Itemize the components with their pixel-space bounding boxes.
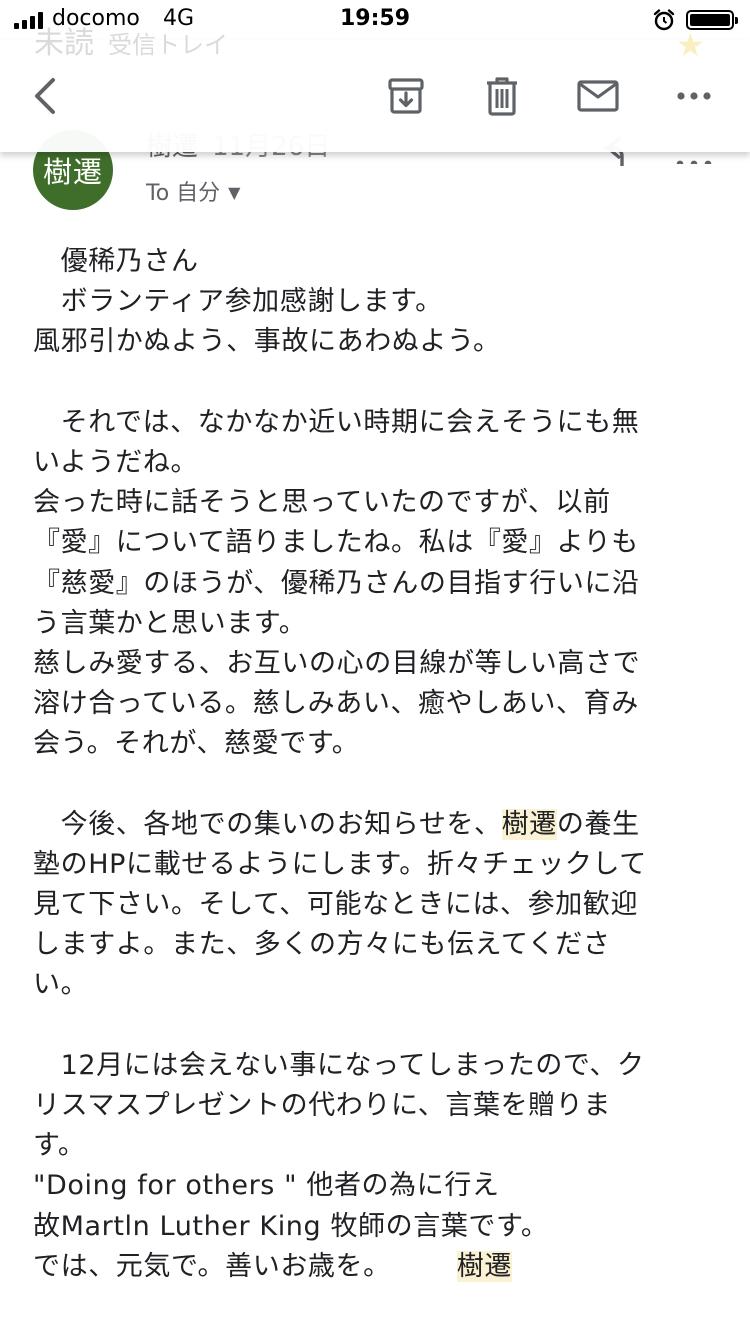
body-line: ボランティア参加感謝します。: [33, 286, 443, 318]
delete-button[interactable]: [474, 68, 530, 124]
archive-button[interactable]: [378, 68, 434, 124]
body-line: す。: [33, 1130, 86, 1162]
body-line: 『愛』について語りましたね。私は『愛』よりも: [33, 527, 639, 559]
body-line: 見て下さい。そして、可能なときには、参加歓迎: [33, 889, 639, 920]
body-line: "Doing for others " 他者の為に行え: [33, 1170, 500, 1202]
body-line: それでは、なかなか近い時期に会えそうにも無: [33, 406, 640, 438]
body-line: リスマスプレゼントの代わりに、言葉を贈りま: [33, 1089, 611, 1121]
signature-highlight: 樹遷: [456, 1250, 512, 1282]
body-line: 会った時に話そうと思っていたのですが、以前: [33, 487, 611, 519]
body-line: 今後、各地での集いのお知らせを、樹遷の養生: [33, 808, 640, 840]
body-line: 溶け合っている。慈しみあい、癒やしあい、育み: [33, 688, 639, 720]
name-highlight: 樹遷: [501, 808, 557, 840]
body-line: 風邪引かぬよう、事故にあわぬよう。: [33, 326, 501, 358]
battery-icon: [686, 10, 738, 30]
body-line: 塾のHPに載せるようにします。折々チェックして: [33, 848, 647, 880]
body-line: しますよ。また、多くの方々にも伝えてくださ: [33, 929, 611, 961]
body-line: 会う。それが、慈愛です。: [33, 728, 360, 760]
message-toolbar: 未読 受信トレイ ★: [0, 26, 750, 152]
alarm-icon: [653, 9, 675, 31]
more-options-button[interactable]: [666, 68, 722, 124]
body-line: いようだね。: [33, 446, 199, 478]
body-line: 慈しみ愛する、お互いの心の目線が等しい高さで: [33, 647, 641, 679]
chevron-left-icon: [35, 78, 55, 114]
recipient-details-toggle[interactable]: To 自分 ▼: [146, 175, 240, 207]
body-line: い。: [33, 969, 89, 1001]
body-line: 優稀乃さん: [33, 246, 199, 277]
status-bar: docomo 4G 19:59: [0, 0, 750, 40]
body-line: では、元気で。善いお歳を。 樹遷: [33, 1247, 723, 1287]
trash-icon: [487, 77, 517, 116]
mail-icon: [577, 80, 619, 112]
recipient-label: To 自分: [146, 181, 221, 206]
chevron-down-icon: ▼: [228, 183, 241, 202]
body-line: う言葉かと思います。: [33, 607, 307, 639]
message-body: 優稀乃さん ボランティア参加感謝します。 風邪引かぬよう、事故にあわぬよう。 そ…: [33, 242, 723, 1287]
more-horizontal-icon: [677, 92, 711, 100]
back-button[interactable]: [16, 68, 72, 124]
body-line: 12月には会えない事になってしまったので、ク: [33, 1049, 645, 1081]
body-line: 故Martln Luther King 牧師の言葉です。: [33, 1210, 549, 1242]
closing-text: では、元気で。善いお歳を。: [33, 1250, 391, 1282]
body-line: 『慈愛』のほうが、優稀乃さんの目指す行いに沿: [33, 567, 640, 599]
status-time: 19:59: [339, 6, 411, 31]
mark-unread-button[interactable]: [570, 68, 626, 124]
archive-icon: [388, 78, 424, 114]
